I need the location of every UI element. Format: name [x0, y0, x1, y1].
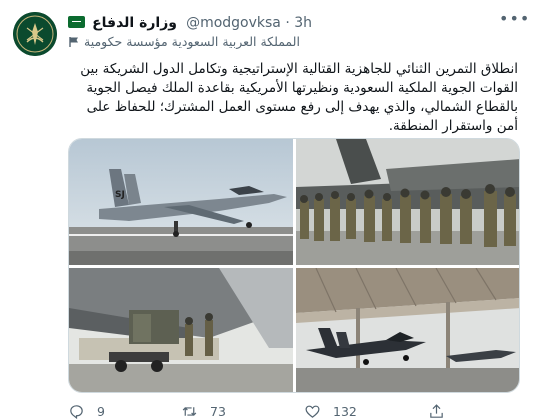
- retweet-count: 73: [210, 403, 226, 419]
- tweet-actions: 9 73 132: [68, 400, 518, 420]
- like-button[interactable]: 132: [304, 402, 357, 420]
- reply-icon: [70, 404, 83, 419]
- retweet-icon: [182, 406, 197, 416]
- tweet: وزارة الدفاع @modgovksa · 3h ••• المملكة…: [0, 0, 535, 420]
- tweet-text: انطلاق التمرين الثنائي للجاهزية القتالية…: [80, 61, 518, 134]
- avatar[interactable]: [13, 12, 57, 56]
- reply-button[interactable]: 9: [68, 402, 105, 420]
- government-label-icon: [69, 37, 78, 47]
- like-count: 132: [333, 403, 357, 419]
- more-icon[interactable]: •••: [499, 11, 529, 32]
- media-grid: SJ: [68, 138, 520, 393]
- tweet-header: وزارة الدفاع @modgovksa · 3h: [68, 12, 518, 32]
- fighter-jet-photo[interactable]: SJ: [69, 139, 293, 265]
- handle-time: @modgovksa · 3h: [186, 15, 312, 31]
- label-text: المملكة العربية السعودية مؤسسة حكومية: [84, 34, 300, 49]
- soldiers-cargo-plane-photo[interactable]: [296, 139, 519, 265]
- display-name[interactable]: وزارة الدفاع: [92, 15, 177, 31]
- hangar-jet-photo[interactable]: [296, 268, 519, 392]
- heart-icon: [305, 405, 320, 418]
- tail-code: SJ: [115, 190, 125, 200]
- retweet-button[interactable]: 73: [181, 402, 226, 420]
- ministry-emblem-icon: [13, 12, 57, 56]
- handle[interactable]: @modgovksa: [186, 15, 281, 31]
- share-icon: [430, 403, 443, 418]
- cargo-loading-photo[interactable]: [69, 268, 293, 392]
- reply-count: 9: [97, 403, 105, 419]
- timestamp[interactable]: 3h: [294, 15, 312, 31]
- government-label: المملكة العربية السعودية مؤسسة حكومية: [68, 34, 458, 52]
- share-button[interactable]: [428, 402, 457, 420]
- saudi-flag-icon: [68, 16, 85, 28]
- separator: ·: [285, 15, 290, 31]
